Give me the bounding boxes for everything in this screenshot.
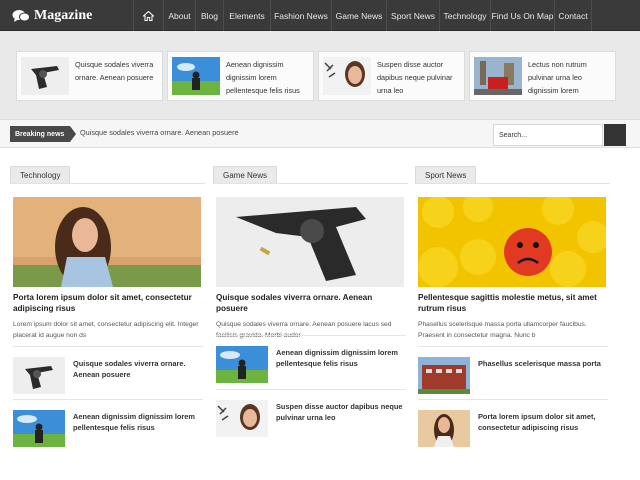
divider (418, 346, 608, 347)
column-tab[interactable]: Technology (10, 166, 71, 183)
man-in-field-thumbnail[interactable] (13, 410, 65, 447)
featured-title[interactable]: Lectus non rutrum pulvinar urna leo dign… (528, 58, 611, 97)
article-title[interactable]: Porta lorem ipsum dolor sit amet, consec… (13, 292, 203, 314)
woman-headphones-thumbnail[interactable] (216, 400, 268, 437)
top-navigation: Magazine About Blog Elements Fashion New… (0, 0, 640, 31)
nav-menu: About Blog Elements Fashion News Game Ne… (133, 0, 592, 31)
breaking-news-bar: Breaking news Quisque sodales viverra or… (0, 119, 640, 148)
featured-card[interactable]: Aenean dignissim dignissim lorem pellent… (167, 51, 314, 101)
featured-title[interactable]: Aenean dignissim dignissim lorem pellent… (226, 58, 309, 97)
article-title[interactable]: Pellentesque sagittis molestie metus, si… (418, 292, 608, 314)
divider (418, 399, 608, 400)
article-title[interactable]: Quisque sodales viverra ornare. Aenean p… (216, 292, 406, 314)
nav-home[interactable] (133, 0, 163, 31)
search-input[interactable]: Search... (493, 124, 603, 146)
column-game-news: Game News Quisque sodales viverra ornare… (213, 165, 408, 437)
search-button[interactable] (604, 124, 626, 146)
woman-headphones-thumbnail[interactable] (323, 57, 371, 95)
smiley-faces-image[interactable] (418, 197, 606, 287)
article-excerpt: Lorem ipsum dolor sit amet, consectetur … (13, 321, 199, 339)
divider (13, 399, 203, 400)
article-link[interactable]: Porta lorem ipsum dolor sit amet, consec… (478, 411, 608, 433)
column-sport-news: Sport News Pellentesque sagittis molesti… (415, 165, 610, 447)
nav-sport-news[interactable]: Sport News (386, 0, 439, 31)
article-link[interactable]: Suspen disse auctor dapibus neque pulvin… (276, 401, 406, 423)
article-excerpt: Quisque sodales viverra ornare. Aenean p… (216, 321, 392, 339)
column-divider (415, 183, 610, 184)
column-divider (213, 183, 408, 184)
woman-portrait-image[interactable] (13, 197, 201, 287)
nav-technology[interactable]: Technology (439, 0, 490, 31)
man-in-field-thumbnail[interactable] (172, 57, 220, 95)
building-thumbnail[interactable] (418, 357, 470, 394)
divider (216, 335, 406, 336)
home-icon (143, 10, 154, 21)
article-link[interactable]: Aenean dignissim dignissim lorem pellent… (73, 411, 203, 433)
article-excerpt: Phasellus scelerisque massa porta ullamc… (418, 321, 587, 339)
divider (216, 389, 406, 390)
column-tab[interactable]: Sport News (415, 166, 477, 183)
woman-portrait-thumbnail[interactable] (418, 410, 470, 447)
nav-contact[interactable]: Contact (554, 0, 592, 31)
featured-card[interactable]: Quisque sodales viverra ornare. Aenean p… (16, 51, 163, 101)
nav-fashion-news[interactable]: Fashion News (270, 0, 331, 31)
breaking-news-ticker[interactable]: Quisque sodales viverra ornare. Aenean p… (80, 128, 239, 137)
article-link[interactable]: Phasellus scelerisque massa porta (478, 358, 608, 369)
article-link[interactable]: Quisque sodales viverra ornare. Aenean p… (73, 358, 203, 380)
chat-bubble-icon (12, 9, 30, 22)
column-technology: Technology Porta lorem ipsum dolor sit a… (10, 165, 205, 447)
featured-title[interactable]: Quisque sodales viverra ornare. Aenean p… (75, 58, 158, 84)
nav-find-us-on-map[interactable]: Find Us On Map (490, 0, 554, 31)
site-logo[interactable]: Magazine (12, 0, 92, 31)
revolver-image[interactable] (216, 197, 404, 287)
article-link[interactable]: Aenean dignissim dignissim lorem pellent… (276, 347, 406, 369)
london-bus-thumbnail[interactable] (474, 57, 522, 95)
site-title: Magazine (34, 7, 93, 23)
man-in-field-thumbnail[interactable] (216, 346, 268, 383)
nav-game-news[interactable]: Game News (331, 0, 386, 31)
divider (13, 346, 203, 347)
nav-about[interactable]: About (163, 0, 195, 31)
featured-strip: Quisque sodales viverra ornare. Aenean p… (0, 31, 640, 119)
featured-card[interactable]: Suspen disse auctor dapibus neque pulvin… (318, 51, 465, 101)
featured-title[interactable]: Suspen disse auctor dapibus neque pulvin… (377, 58, 460, 97)
column-tab[interactable]: Game News (213, 166, 278, 183)
revolver-thumbnail[interactable] (21, 57, 69, 95)
column-divider (10, 183, 205, 184)
nav-elements[interactable]: Elements (223, 0, 270, 31)
revolver-thumbnail[interactable] (13, 357, 65, 394)
breaking-news-label: Breaking news (10, 126, 76, 142)
featured-card[interactable]: Lectus non rutrum pulvinar urna leo dign… (469, 51, 616, 101)
nav-blog[interactable]: Blog (195, 0, 223, 31)
